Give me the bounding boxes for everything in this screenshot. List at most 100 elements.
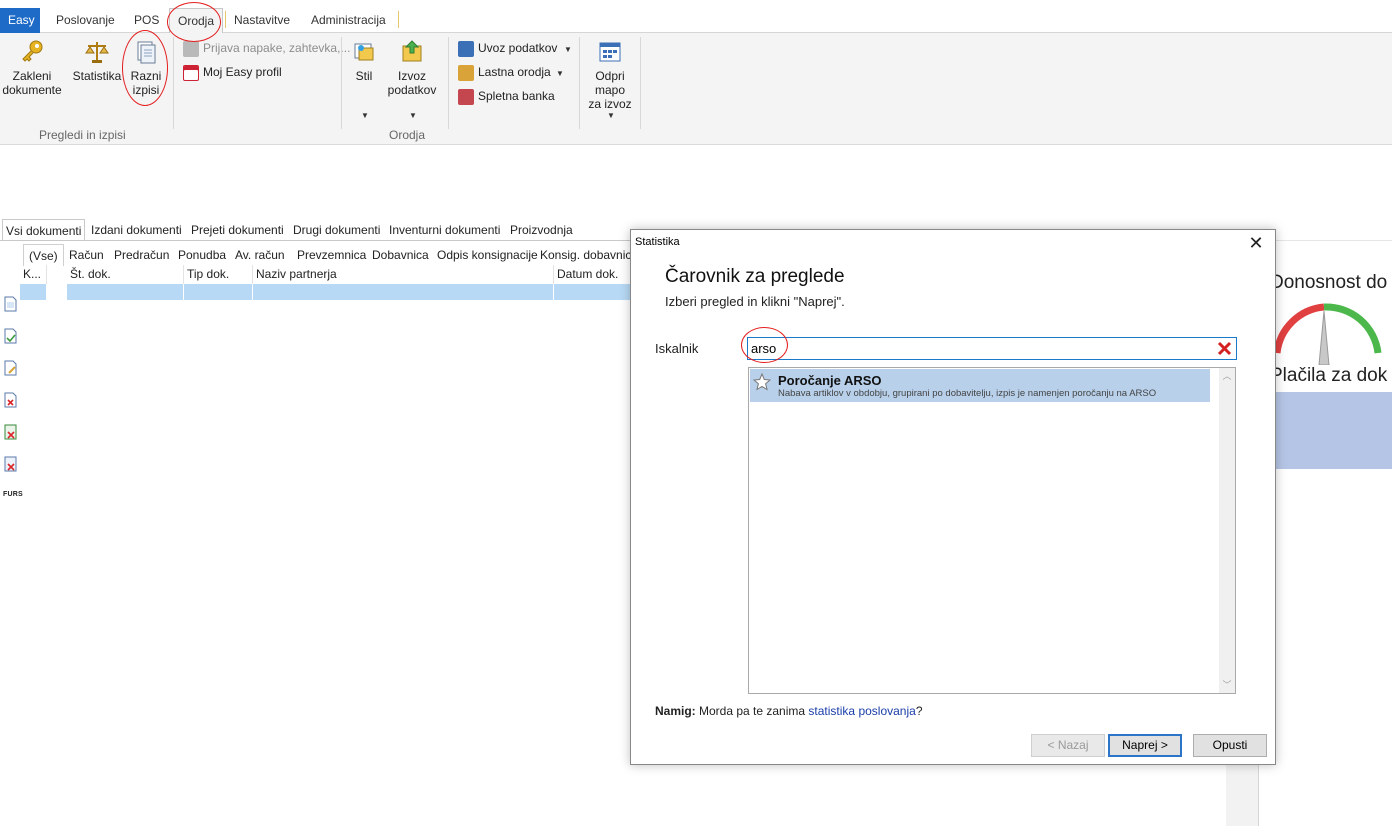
clear-search-icon[interactable] [1216,340,1233,357]
result-description: Nabava artiklov v obdobju, grupirani po … [778,388,1157,399]
placila-chart-block [1272,392,1392,469]
col-st-dok[interactable]: Št. dok. [67,265,184,284]
razni-label-1: Razni [130,69,162,83]
moj-easy-profil-button[interactable]: Moj Easy profil [183,62,282,82]
filter-odpis-konsignacije[interactable]: Odpis konsignacije [437,244,538,266]
grid-folder-icon [599,42,621,62]
zakleni-dokumente-button[interactable]: Zakleni dokumente [2,39,62,97]
palette-icon [354,43,374,61]
filter-vse[interactable]: (Vse) [23,244,64,266]
col-datum-dok[interactable]: Datum dok. [554,265,640,284]
filter-dobavnica[interactable]: Dobavnica [372,244,429,266]
scroll-up-icon[interactable]: ︿ [1219,368,1235,384]
documents-icon [137,41,156,64]
stil-button[interactable]: Stil [346,39,382,83]
stil-dropdown-arrow[interactable]: ▼ [361,111,369,120]
dialog-titlebar[interactable]: Statistika ✕ [631,230,1275,255]
filter-predracun[interactable]: Predračun [114,244,169,266]
ribbon-tab-bar: Easy Poslovanje POS Orodja Nastavitve Ad… [0,0,1392,34]
document-edit-icon[interactable] [4,360,17,376]
izvoz-podatkov-button[interactable]: Izvoz podatkov [385,39,439,97]
group-separator [341,37,342,129]
group-separator [640,37,641,129]
bank-icon [458,88,474,105]
filter-av-racun[interactable]: Av. račun [235,244,285,266]
odpri-label-3: za izvoz [588,97,632,111]
tab-proizvodnja[interactable]: Proizvodnja [507,219,576,241]
search-input[interactable] [751,340,1211,357]
odpri-label-1: Odpri [595,69,625,83]
tab-administracija[interactable]: Administracija [303,8,394,32]
odpri-dropdown-arrow[interactable]: ▼ [607,111,615,120]
import-icon [458,40,474,57]
search-field[interactable] [747,337,1237,360]
izvoz-dropdown-arrow[interactable]: ▼ [409,111,417,120]
table-cell [184,284,253,300]
document-table-delete-icon[interactable] [4,456,17,472]
gauge-red-arc [1273,303,1325,354]
dialog-subtitle: Izberi pregled in klikni "Naprej". [665,294,845,309]
table-row[interactable] [20,284,640,300]
document-filter-tabs: (Vse) Račun Predračun Ponudba Av. račun … [0,244,640,266]
statistika-dialog: Statistika ✕ Čarovnik za preglede Izberi… [630,229,1276,765]
tab-pos[interactable]: POS [126,8,167,32]
tab-prejeti-dokumenti[interactable]: Prejeti dokumenti [188,219,287,241]
donosnost-title: Donosnost do [1270,272,1388,293]
tab-poslovanje[interactable]: Poslovanje [48,8,123,32]
lastna-orodja-button[interactable]: Lastna orodja [458,62,551,82]
export-icon [402,40,422,62]
group-separator [579,37,580,129]
calendar-icon [183,64,199,81]
document-list-delete-icon[interactable] [4,424,17,440]
back-button[interactable]: < Nazaj [1031,734,1105,757]
tab-orodja[interactable]: Orodja [169,8,224,34]
col-naziv-partnerja[interactable]: Naziv partnerja [253,265,554,284]
uvoz-podatkov-button[interactable]: Uvoz podatkov [458,38,557,58]
prijava-napake-button[interactable]: Prijava napake, zahtevka,... [183,38,350,58]
document-delete-icon[interactable] [4,392,17,408]
uvoz-dropdown-arrow[interactable]: ▼ [564,45,572,54]
tab-easy[interactable]: Easy [0,8,40,33]
tools-icon [458,64,474,81]
next-button[interactable]: Naprej > [1108,734,1182,757]
document-check-icon[interactable] [4,328,17,344]
filter-prevzemnica[interactable]: Prevzemnica [297,244,366,266]
tabs-divider [0,240,640,241]
razni-izpisi-button[interactable]: Razni izpisi [126,39,166,97]
spletna-banka-button[interactable]: Spletna banka [458,86,555,106]
uvoz-label: Uvoz podatkov [478,41,558,55]
tab-inventurni-dokumenti[interactable]: Inventurni dokumenti [386,219,503,241]
key-icon [22,40,43,62]
table-cell [67,284,184,300]
filter-racun[interactable]: Račun [69,244,104,266]
close-icon[interactable]: ✕ [1245,232,1267,254]
hint-end: ? [915,704,923,718]
col-tip-dok[interactable]: Tip dok. [184,265,253,284]
statistika-button[interactable]: Statistika [70,39,124,83]
background-scrollbar[interactable] [1226,764,1258,826]
tab-vsi-dokumenti[interactable]: Vsi dokumenti [2,219,86,241]
statistika-poslovanja-link[interactable]: statistika poslovanja [808,704,915,718]
filter-konsig-dobavnica[interactable]: Konsig. dobavnica [540,244,638,266]
tab-drugi-dokumenti[interactable]: Drugi dokumenti [290,219,383,241]
scroll-down-icon[interactable]: ﹀ [1219,677,1235,693]
tab-nastavitve[interactable]: Nastavitve [226,8,298,32]
list-scrollbar[interactable]: ︿ ﹀ [1219,368,1235,693]
table-cell [253,284,554,300]
hint-text: Namig: Morda pa te zanima statistika pos… [655,704,923,718]
odpri-mapo-button[interactable]: Odpri mapo za izvoz [585,39,635,111]
izvoz-label-1: Izvoz [397,69,426,83]
stil-label: Stil [355,69,373,83]
scales-icon [85,42,109,63]
filter-ponudba[interactable]: Ponudba [178,244,226,266]
new-document-icon[interactable] [4,296,17,312]
lastna-dropdown-arrow[interactable]: ▼ [556,69,564,78]
list-item[interactable]: Poročanje ARSO Nabava artiklov v obdobju… [750,369,1210,402]
col-k[interactable]: K... [20,265,47,284]
results-list[interactable]: Poročanje ARSO Nabava artiklov v obdobju… [748,367,1236,694]
cancel-button[interactable]: Opusti [1193,734,1267,757]
star-icon [753,373,771,391]
furs-label[interactable]: FURS [3,491,23,498]
tab-izdani-dokumenti[interactable]: Izdani dokumenti [88,219,185,241]
hint-label: Namig: [655,704,696,718]
